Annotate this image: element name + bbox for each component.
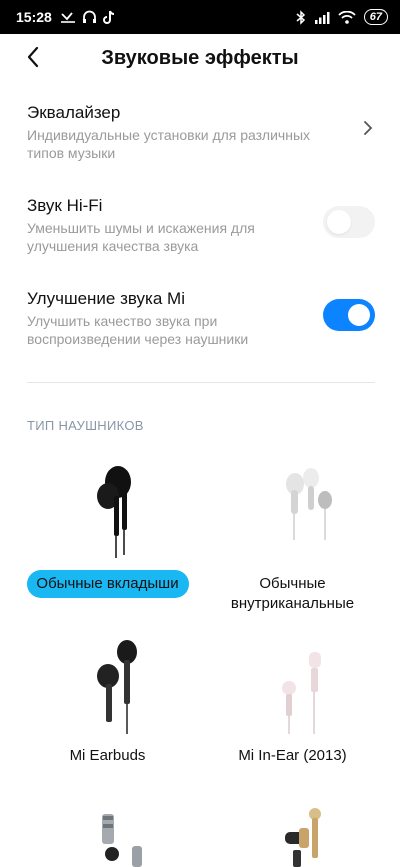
headphone-label: Mi In-Ear (2013) [238, 747, 347, 764]
battery-indicator: 67 [363, 9, 388, 25]
mi-sound-title: Улучшение звука Mi [27, 289, 185, 308]
headphone-label: Mi Earbuds [69, 747, 146, 764]
headphone-type-label: ТИП НАУШНИКОВ [27, 418, 144, 433]
divider [27, 382, 375, 383]
chevron-right-icon [364, 121, 373, 135]
gold-in-ear-image [284, 808, 321, 867]
headphone-option-regular-earbuds[interactable]: Обычные вкладыши [20, 460, 195, 598]
back-arrow-icon[interactable] [22, 45, 46, 69]
metal-in-ear-image [101, 814, 142, 867]
mi-sound-description: Улучшить качество звука при воспроизведе… [27, 313, 249, 347]
hifi-row: Звук Hi-Fi Уменьшить шумы и искажения дл… [27, 195, 375, 255]
bluetooth-icon [296, 9, 305, 25]
equalizer-title: Эквалайзер [27, 103, 121, 122]
tiktok-icon [102, 10, 114, 24]
mi-sound-toggle[interactable] [323, 299, 375, 331]
headphone-option-5[interactable] [20, 806, 195, 867]
toggle-knob [327, 210, 351, 234]
status-bar: 15:28 67 [0, 0, 400, 34]
hifi-title: Звук Hi-Fi [27, 196, 103, 215]
toggle-knob [348, 304, 370, 326]
header: Звуковые эффекты [0, 34, 400, 82]
headphone-label: Обычные внутриканальные [230, 575, 355, 612]
earbuds-image [96, 466, 131, 558]
headphone-option-6[interactable] [205, 806, 380, 867]
missed-call-icon [60, 12, 75, 23]
equalizer-description: Индивидуальные установки для различных т… [27, 127, 311, 161]
headphone-option-mi-in-ear-2013[interactable]: Mi In-Ear (2013) [205, 636, 380, 766]
equalizer-row[interactable]: Эквалайзер Индивидуальные установки для … [27, 102, 375, 162]
wifi-icon [338, 10, 356, 24]
hifi-description: Уменьшить шумы и искажения для улучшения… [27, 220, 255, 254]
headphone-option-regular-in-ear[interactable]: Обычные внутриканальные [205, 460, 380, 618]
headphone-label: Обычные вкладыши [26, 570, 189, 598]
page-title: Звуковые эффекты [101, 46, 299, 69]
hifi-toggle[interactable] [323, 206, 375, 238]
mi-earbuds-image [96, 640, 137, 734]
mi-in-ear-2013-image [281, 652, 321, 734]
mi-sound-row: Улучшение звука Mi Улучшить качество зву… [27, 288, 375, 348]
signal-icon [314, 11, 330, 24]
in-ear-image [285, 468, 332, 540]
headphones-icon [82, 10, 96, 23]
headphone-option-mi-earbuds[interactable]: Mi Earbuds [20, 636, 195, 766]
status-time: 15:28 [16, 9, 52, 25]
